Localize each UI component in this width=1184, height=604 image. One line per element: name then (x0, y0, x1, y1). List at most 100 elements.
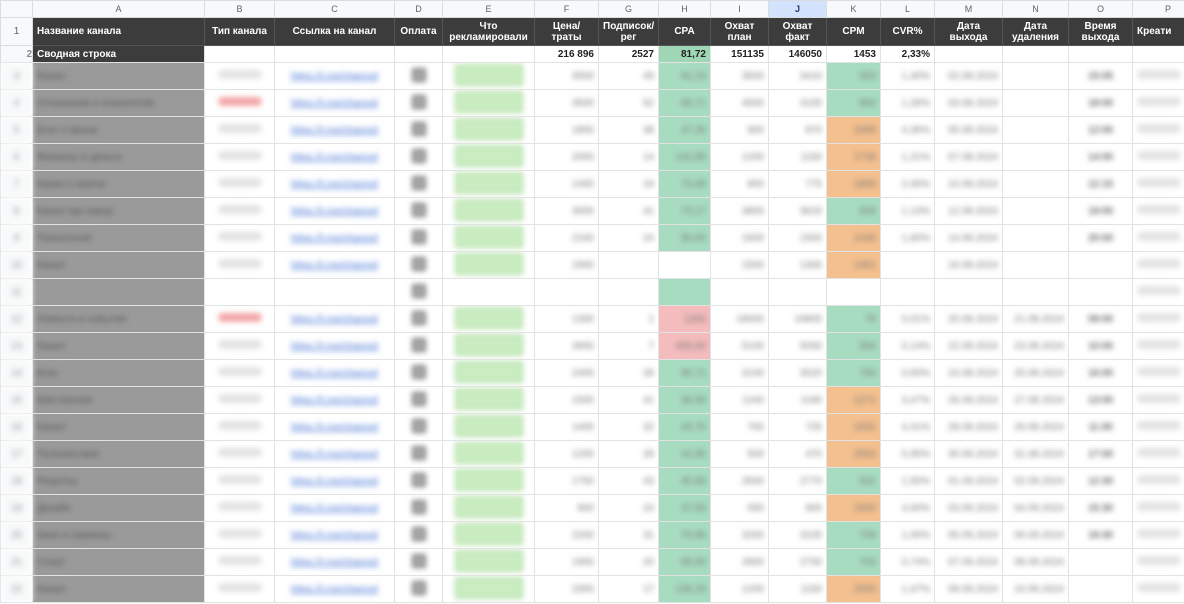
header-type[interactable]: Тип канала (204, 17, 275, 46)
creative-cell[interactable] (1132, 116, 1184, 144)
advertised-cell[interactable] (442, 575, 535, 603)
column-header-h[interactable]: H (658, 0, 711, 18)
reach-plan-cell[interactable]: 800 (710, 170, 769, 198)
cpa-cell[interactable]: 95,00 (658, 548, 711, 576)
subs-cell[interactable] (598, 278, 659, 306)
cpa-cell[interactable]: 142,85 (658, 143, 711, 171)
price-cell[interactable]: 2300 (534, 575, 599, 603)
channel-type-cell[interactable] (204, 224, 275, 252)
column-header-n[interactable]: N (1002, 0, 1069, 18)
header-advertised[interactable]: Что рекламировали (442, 17, 535, 46)
cpm-cell[interactable]: 1271 (826, 386, 881, 414)
date-out-cell[interactable]: 28.08.2024 (934, 413, 1003, 441)
row-number[interactable]: 17 (0, 440, 33, 468)
reach-plan-cell[interactable]: 500 (710, 440, 769, 468)
reach-fact-cell[interactable]: 725 (768, 413, 827, 441)
channel-name-cell[interactable]: Канал (32, 332, 205, 360)
date-out-cell[interactable]: 03.09.2024 (934, 494, 1003, 522)
price-cell[interactable]: 2400 (534, 359, 599, 387)
price-cell[interactable]: 3500 (534, 89, 599, 117)
reach-plan-cell[interactable]: 3200 (710, 521, 769, 549)
cvr-cell[interactable]: 1,55% (880, 467, 935, 495)
row-number[interactable]: 2 (0, 45, 33, 63)
reach-plan-cell[interactable]: 3800 (710, 197, 769, 225)
reach-plan-cell[interactable]: 1240 (710, 386, 769, 414)
date-del-cell[interactable]: 10.09.2024 (1002, 575, 1069, 603)
channel-name-cell[interactable]: Блог (32, 359, 205, 387)
channel-name-cell[interactable]: Канал (32, 62, 205, 90)
time-out-cell[interactable]: 09:00 (1068, 305, 1133, 333)
row-number[interactable]: 8 (0, 197, 33, 225)
channel-type-cell[interactable] (204, 332, 275, 360)
reach-fact-cell[interactable]: 1300 (768, 251, 827, 279)
subs-cell[interactable] (598, 251, 659, 279)
date-del-cell[interactable] (1002, 62, 1069, 90)
channel-name-cell[interactable]: Дизайн (32, 494, 205, 522)
reach-plan-cell[interactable]: 2800 (710, 548, 769, 576)
reach-plan-cell[interactable]: 4500 (710, 89, 769, 117)
date-del-cell[interactable]: 08.09.2024 (1002, 548, 1069, 576)
channel-name-cell[interactable] (32, 278, 205, 306)
channel-type-cell[interactable] (204, 305, 275, 333)
reach-plan-cell[interactable]: 5100 (710, 332, 769, 360)
channel-type-cell[interactable] (204, 89, 275, 117)
date-del-cell[interactable] (1002, 143, 1069, 171)
row-number[interactable]: 5 (0, 116, 33, 144)
subs-cell[interactable]: 31 (598, 521, 659, 549)
cvr-cell[interactable]: 5,95% (880, 440, 935, 468)
date-del-cell[interactable]: 27.08.2024 (1002, 386, 1069, 414)
cpa-cell[interactable]: 43,75 (658, 413, 711, 441)
price-cell[interactable]: 1500 (534, 386, 599, 414)
creative-cell[interactable] (1132, 251, 1184, 279)
channel-name-cell[interactable]: Канал о книгах (32, 170, 205, 198)
date-out-cell[interactable]: 10.08.2024 (934, 170, 1003, 198)
channel-name-cell[interactable]: Финансы и деньги (32, 143, 205, 171)
price-cell[interactable]: 4500 (534, 62, 599, 90)
channel-type-cell[interactable] (204, 467, 275, 495)
cvr-cell[interactable]: 1,47% (880, 575, 935, 603)
column-header-k[interactable]: K (826, 0, 881, 18)
payment-cell[interactable] (394, 467, 443, 495)
channel-type-cell[interactable] (204, 494, 275, 522)
row-number[interactable]: 12 (0, 305, 33, 333)
payment-cell[interactable] (394, 89, 443, 117)
subs-cell[interactable]: 32 (598, 413, 659, 441)
cpa-cell[interactable]: 47,36 (658, 116, 711, 144)
reach-plan-cell[interactable]: 760 (710, 413, 769, 441)
row-number[interactable]: 4 (0, 89, 33, 117)
cvr-cell[interactable]: 1,28% (880, 89, 935, 117)
row-number[interactable]: 22 (0, 575, 33, 603)
channel-name-cell[interactable]: Путешествия (32, 440, 205, 468)
subs-cell[interactable]: 43 (598, 467, 659, 495)
row-number[interactable]: 1 (0, 17, 33, 46)
date-del-cell[interactable]: 04.09.2024 (1002, 494, 1069, 522)
cvr-cell[interactable]: 1,00% (880, 521, 935, 549)
advertised-cell[interactable] (442, 62, 535, 90)
reach-fact-cell[interactable]: 3620 (768, 197, 827, 225)
date-out-cell[interactable]: 20.08.2024 (934, 305, 1003, 333)
date-del-cell[interactable]: 23.08.2024 (1002, 332, 1069, 360)
channel-type-cell[interactable] (204, 359, 275, 387)
reach-fact-cell[interactable]: 4100 (768, 89, 827, 117)
creative-cell[interactable] (1132, 386, 1184, 414)
payment-cell[interactable] (394, 332, 443, 360)
time-out-cell[interactable] (1068, 278, 1133, 306)
cpm-cell[interactable]: 794 (826, 359, 881, 387)
subs-cell[interactable]: 14 (598, 143, 659, 171)
date-out-cell[interactable]: 05.08.2024 (934, 116, 1003, 144)
cvr-cell[interactable]: 3,47% (880, 386, 935, 414)
channel-link-cell[interactable]: https://t.me/channel (274, 413, 395, 441)
channel-type-cell[interactable] (204, 440, 275, 468)
payment-cell[interactable] (394, 413, 443, 441)
row-number[interactable]: 20 (0, 521, 33, 549)
advertised-cell[interactable] (442, 251, 535, 279)
row-number[interactable]: 6 (0, 143, 33, 171)
summary-cvr[interactable]: 2,33% (880, 45, 935, 63)
subs-cell[interactable]: 41 (598, 386, 659, 414)
reach-plan-cell[interactable]: 1200 (710, 143, 769, 171)
header-reach-fact[interactable]: Охват факт (768, 17, 827, 46)
price-cell[interactable] (534, 278, 599, 306)
date-del-cell[interactable]: 25.08.2024 (1002, 359, 1069, 387)
creative-cell[interactable] (1132, 521, 1184, 549)
advertised-cell[interactable] (442, 467, 535, 495)
